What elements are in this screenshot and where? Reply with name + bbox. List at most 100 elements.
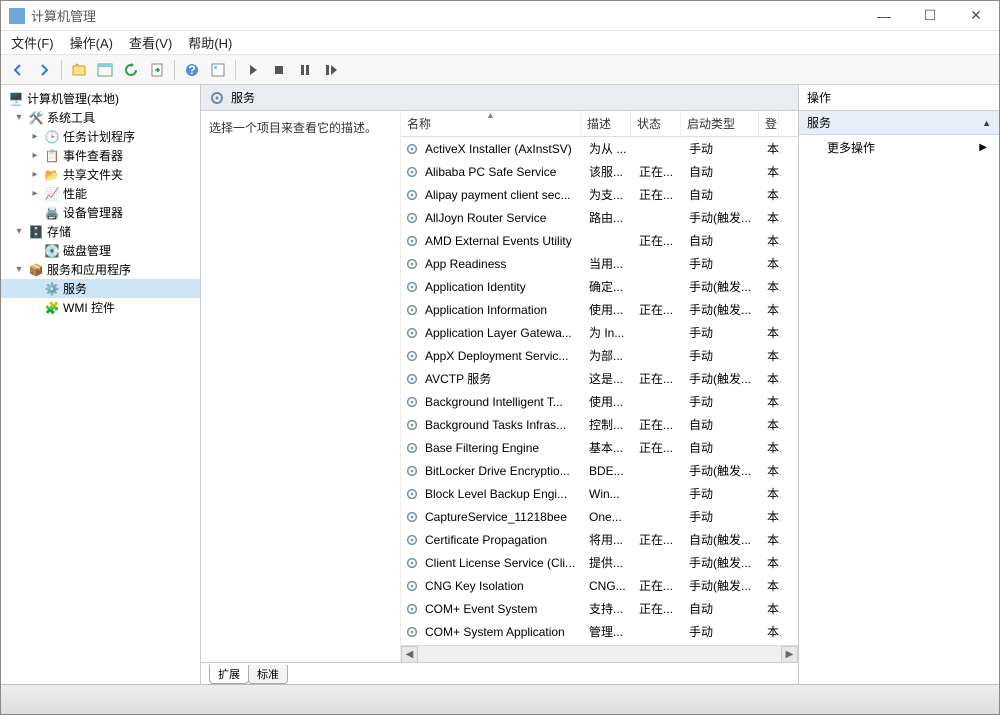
service-status: 正在... xyxy=(633,368,683,389)
forward-button[interactable] xyxy=(33,59,55,81)
service-row[interactable]: Block Level Backup Engi...Win...手动本 xyxy=(401,482,798,505)
tree-system-tools[interactable]: ▾ 🛠️ 系统工具 xyxy=(1,108,200,127)
service-row[interactable]: Background Intelligent T...使用...手动本 xyxy=(401,390,798,413)
service-status: 正在... xyxy=(633,230,683,251)
collapse-icon[interactable]: ▾ xyxy=(13,226,25,237)
menu-help[interactable]: 帮助(H) xyxy=(184,31,236,54)
menu-file[interactable]: 文件(F) xyxy=(7,31,58,54)
gear-icon xyxy=(405,464,419,478)
column-startup[interactable]: 启动类型 xyxy=(681,111,759,136)
service-row[interactable]: Client License Service (Cli...提供...手动(触发… xyxy=(401,551,798,574)
service-name: AppX Deployment Servic... xyxy=(419,347,583,365)
column-status[interactable]: 状态 xyxy=(631,111,681,136)
service-startup: 手动 xyxy=(683,391,761,412)
tree-task-scheduler[interactable]: ▸ 🕒 任务计划程序 xyxy=(1,127,200,146)
menu-action[interactable]: 操作(A) xyxy=(66,31,117,54)
up-button[interactable] xyxy=(68,59,90,81)
service-row[interactable]: COM+ Event System支持...正在...自动本 xyxy=(401,597,798,620)
back-button[interactable] xyxy=(7,59,29,81)
service-logon: 本 xyxy=(761,276,781,297)
restart-button[interactable] xyxy=(320,59,342,81)
gear-icon xyxy=(405,326,419,340)
service-row[interactable]: Application Information使用...正在...手动(触发..… xyxy=(401,298,798,321)
play-button[interactable] xyxy=(242,59,264,81)
tree-performance[interactable]: ▸ 📈 性能 xyxy=(1,184,200,203)
column-logon[interactable]: 登 xyxy=(759,111,779,136)
service-row[interactable]: COM+ System Application管理...手动本 xyxy=(401,620,798,643)
list-body[interactable]: ActiveX Installer (AxInstSV)为从 ...手动本Ali… xyxy=(401,137,798,645)
help-button[interactable]: ? xyxy=(181,59,203,81)
actions-section-services[interactable]: 服务 ▲ xyxy=(799,111,999,135)
service-status: 正在... xyxy=(633,437,683,458)
center-panel: 服务 选择一个项目来查看它的描述。 ▲名称 描述 状态 启动类型 登 Activ… xyxy=(201,85,799,684)
column-name[interactable]: ▲名称 xyxy=(401,111,581,136)
service-row[interactable]: Base Filtering Engine基本...正在...自动本 xyxy=(401,436,798,459)
service-logon: 本 xyxy=(761,345,781,366)
toolbar-separator xyxy=(235,60,236,80)
tree-storage[interactable]: ▾ 🗄️ 存储 xyxy=(1,222,200,241)
tree-event-viewer[interactable]: ▸ 📋 事件查看器 xyxy=(1,146,200,165)
tab-extended[interactable]: 扩展 xyxy=(209,665,249,684)
service-status xyxy=(633,561,683,565)
expand-icon[interactable]: ▸ xyxy=(29,131,41,142)
refresh-button[interactable] xyxy=(120,59,142,81)
actions-more[interactable]: 更多操作 ▶ xyxy=(799,135,999,160)
service-startup: 手动(触发... xyxy=(683,299,761,320)
service-row[interactable]: AMD External Events Utility正在...自动本 xyxy=(401,229,798,252)
actions-section-label: 服务 xyxy=(807,114,831,131)
menu-view[interactable]: 查看(V) xyxy=(125,31,176,54)
collapse-icon[interactable]: ▾ xyxy=(13,112,25,123)
tree-shared-folders[interactable]: ▸ 📂 共享文件夹 xyxy=(1,165,200,184)
service-desc: 该服... xyxy=(583,161,633,182)
gear-icon xyxy=(405,510,419,524)
service-row[interactable]: Certificate Propagation将用...正在...自动(触发..… xyxy=(401,528,798,551)
horizontal-scrollbar[interactable]: ◀ ▶ xyxy=(401,645,798,662)
show-hide-tree-button[interactable] xyxy=(94,59,116,81)
stop-button[interactable] xyxy=(268,59,290,81)
service-row[interactable]: App Readiness当用...手动本 xyxy=(401,252,798,275)
device-icon: 🖨️ xyxy=(44,205,60,221)
tree-device-manager[interactable]: 🖨️ 设备管理器 xyxy=(1,203,200,222)
tab-standard[interactable]: 标准 xyxy=(248,665,288,684)
service-logon: 本 xyxy=(761,322,781,343)
gear-icon xyxy=(405,142,419,156)
expand-icon[interactable]: ▸ xyxy=(29,169,41,180)
export-button[interactable] xyxy=(146,59,168,81)
expand-icon[interactable]: ▸ xyxy=(29,150,41,161)
service-row[interactable]: AppX Deployment Servic...为部...手动本 xyxy=(401,344,798,367)
pause-button[interactable] xyxy=(294,59,316,81)
service-row[interactable]: ActiveX Installer (AxInstSV)为从 ...手动本 xyxy=(401,137,798,160)
tree-root[interactable]: 🖥️ 计算机管理(本地) xyxy=(1,89,200,108)
service-row[interactable]: Background Tasks Infras...控制...正在...自动本 xyxy=(401,413,798,436)
tree-disk-management[interactable]: 💽 磁盘管理 xyxy=(1,241,200,260)
minimize-button[interactable]: — xyxy=(861,1,907,31)
service-row[interactable]: Application Layer Gatewa...为 In...手动本 xyxy=(401,321,798,344)
scroll-left-arrow[interactable]: ◀ xyxy=(401,646,418,663)
properties-button[interactable] xyxy=(207,59,229,81)
gear-icon xyxy=(405,579,419,593)
service-row[interactable]: Alipay payment client sec...为支...正在...自动… xyxy=(401,183,798,206)
service-row[interactable]: CaptureService_11218beeOne...手动本 xyxy=(401,505,798,528)
maximize-button[interactable]: ☐ xyxy=(907,1,953,31)
tree-wmi-control[interactable]: 🧩 WMI 控件 xyxy=(1,298,200,317)
service-row[interactable]: CNG Key IsolationCNG...正在...手动(触发...本 xyxy=(401,574,798,597)
service-name: COM+ Event System xyxy=(419,600,583,618)
service-row[interactable]: AVCTP 服务这是...正在...手动(触发...本 xyxy=(401,367,798,390)
tree-services[interactable]: ⚙️ 服务 xyxy=(1,279,200,298)
service-name: Application Identity xyxy=(419,278,583,296)
service-row[interactable]: Alibaba PC Safe Service该服...正在...自动本 xyxy=(401,160,798,183)
service-row[interactable]: Application Identity确定...手动(触发...本 xyxy=(401,275,798,298)
close-button[interactable]: ✕ xyxy=(953,1,999,31)
gear-icon xyxy=(405,395,419,409)
collapse-icon[interactable]: ▾ xyxy=(13,264,25,275)
service-row[interactable]: BitLocker Drive Encryptio...BDE...手动(触发.… xyxy=(401,459,798,482)
tools-icon: 🛠️ xyxy=(28,110,44,126)
column-description[interactable]: 描述 xyxy=(581,111,631,136)
service-logon: 本 xyxy=(761,368,781,389)
service-name: Certificate Propagation xyxy=(419,531,583,549)
expand-icon[interactable]: ▸ xyxy=(29,188,41,199)
service-row[interactable]: AllJoyn Router Service路由...手动(触发...本 xyxy=(401,206,798,229)
scroll-track[interactable] xyxy=(418,646,781,663)
tree-services-apps[interactable]: ▾ 📦 服务和应用程序 xyxy=(1,260,200,279)
scroll-right-arrow[interactable]: ▶ xyxy=(781,646,798,663)
